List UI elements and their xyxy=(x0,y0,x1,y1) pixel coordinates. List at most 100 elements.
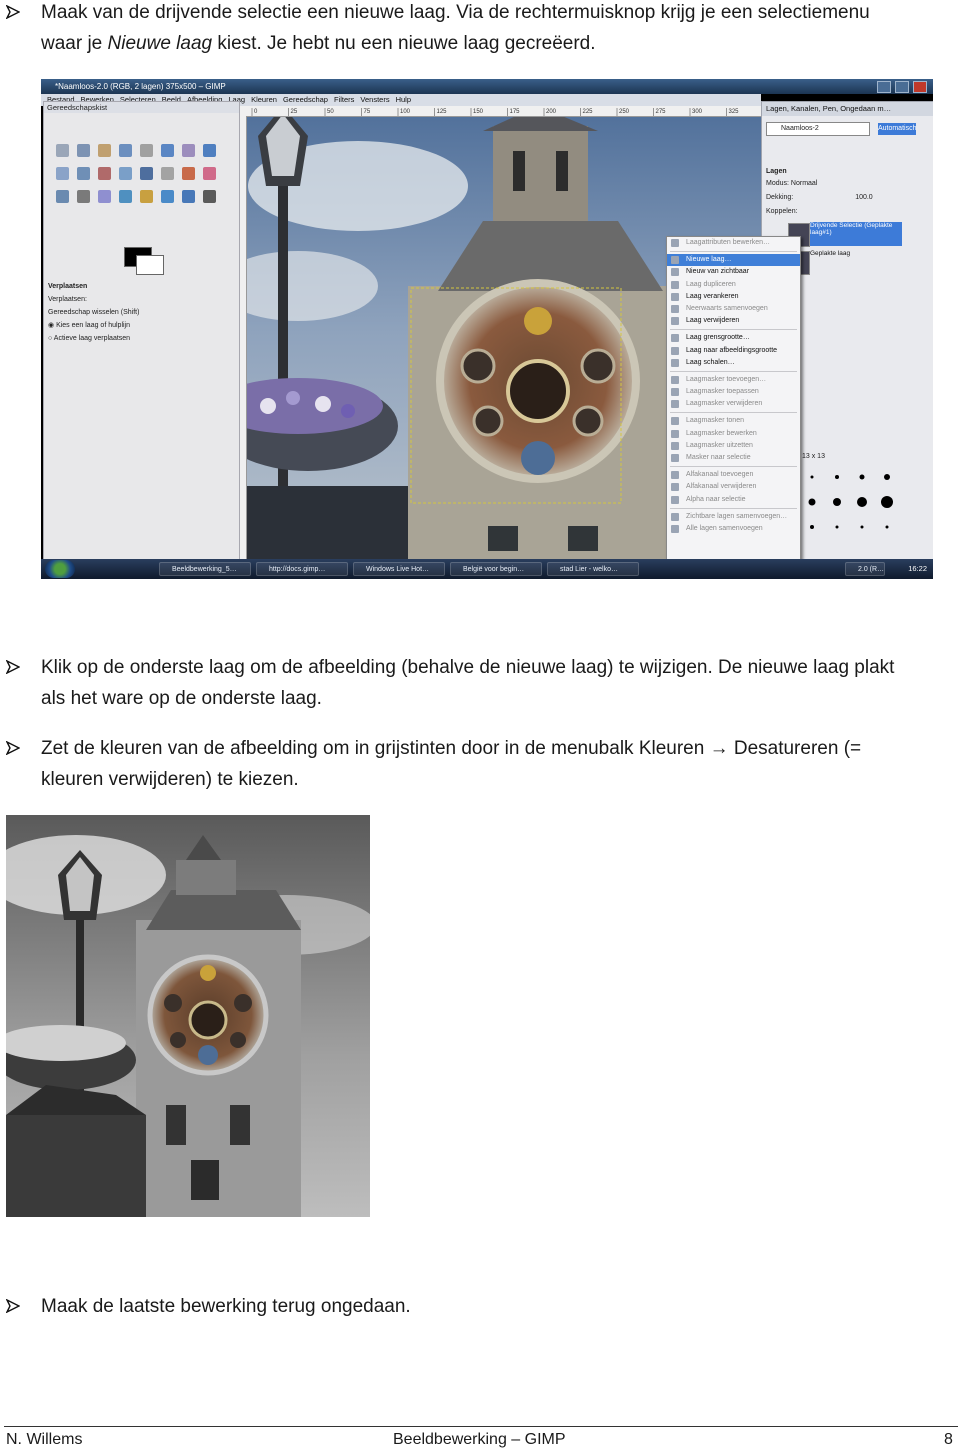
radio-option-active[interactable]: ○ Actieve laag verplaatsen xyxy=(48,332,234,345)
taskbar-item[interactable]: Beeldbewerking_5… xyxy=(159,562,251,576)
background-color-swatch[interactable] xyxy=(136,255,164,275)
menu-item-icon xyxy=(671,495,679,504)
tool-icon[interactable] xyxy=(140,190,153,203)
menu-item[interactable]: Gereedschap xyxy=(283,94,328,106)
menu-item[interactable]: Filters xyxy=(334,94,354,106)
instruction-line: kleuren verwijderen) te kiezen. xyxy=(41,769,299,790)
tool-icon[interactable] xyxy=(161,190,174,203)
menu-item-icon xyxy=(671,280,679,289)
context-menu-item[interactable]: Alfakanaal toevoegen xyxy=(667,469,800,481)
context-menu-item[interactable]: Alpha naar selectie xyxy=(667,494,800,506)
minimize-icon[interactable] xyxy=(877,81,891,93)
context-menu-item[interactable]: Laagmasker verwijderen xyxy=(667,398,800,410)
tool-icon[interactable] xyxy=(98,190,111,203)
tool-icon[interactable] xyxy=(119,190,132,203)
context-menu-item[interactable]: Nieuwe laag… xyxy=(667,254,800,267)
tool-icon[interactable] xyxy=(56,167,69,180)
menu-item-icon xyxy=(671,317,679,326)
context-menu-item[interactable]: Laagmasker uitzetten xyxy=(667,440,800,452)
taskbar-item[interactable]: 2.0 (R… xyxy=(845,562,885,576)
tool-icon[interactable] xyxy=(98,167,111,180)
window-titlebar: *Naamloos-2.0 (RGB, 2 lagen) 375x500 – G… xyxy=(41,79,933,94)
tool-icon[interactable] xyxy=(182,167,195,180)
taskbar-item[interactable]: stad Lier - welko… xyxy=(547,562,639,576)
context-menu-item[interactable]: Laagmasker toepassen xyxy=(667,386,800,398)
tool-icon[interactable] xyxy=(203,167,216,180)
tool-icon[interactable] xyxy=(77,190,90,203)
tool-icon[interactable] xyxy=(56,190,69,203)
move-label: Verplaatsen: xyxy=(48,296,87,303)
tool-icon[interactable] xyxy=(56,144,69,157)
menu-separator xyxy=(670,329,797,331)
ruler-label: 150 xyxy=(473,109,484,115)
menu-item-icon xyxy=(671,256,679,265)
tool-icon[interactable] xyxy=(161,167,174,180)
tool-icon[interactable] xyxy=(119,167,132,180)
tool-icon[interactable] xyxy=(182,144,195,157)
close-icon[interactable] xyxy=(913,81,927,93)
context-menu-item[interactable]: Laagmasker bewerken xyxy=(667,428,800,440)
auto-button[interactable]: Automatisch xyxy=(877,123,916,135)
gimp-screenshot: *Naamloos-2.0 (RGB, 2 lagen) 375x500 – G… xyxy=(41,79,933,579)
context-menu-item[interactable]: Neerwaarts samenvoegen xyxy=(667,303,800,315)
context-menu-item[interactable]: Alle lagen samenvoegen xyxy=(667,523,800,535)
menu-item[interactable]: Vensters xyxy=(360,94,389,106)
menu-item[interactable]: Hulp xyxy=(396,94,411,106)
layer-item-floating[interactable]: Drijvende Selectie (Geplakte laag#1) xyxy=(788,222,902,247)
footer-rule xyxy=(4,1426,958,1427)
menu-separator xyxy=(670,466,797,468)
context-menu-item[interactable]: Laag schalen… xyxy=(667,357,800,369)
maximize-icon[interactable] xyxy=(895,81,909,93)
tool-icon[interactable] xyxy=(182,190,195,203)
tool-icon[interactable] xyxy=(119,144,132,157)
tool-icon[interactable] xyxy=(77,167,90,180)
menu-item-icon xyxy=(671,524,679,533)
image-select[interactable]: Naamloos-2 Automatisch xyxy=(766,122,916,136)
context-menu-item[interactable]: Zichtbare lagen samenvoegen… xyxy=(667,511,800,523)
horizontal-ruler: 0 25 50 75 100 125 150 175 200 225 250 275 300 325 xyxy=(238,106,761,117)
context-menu-item[interactable]: Alfakanaal verwijderen xyxy=(667,481,800,493)
tool-icon[interactable] xyxy=(98,144,111,157)
menu-item-icon xyxy=(671,454,679,462)
context-menu-item[interactable]: Laag verwijderen xyxy=(667,315,800,327)
lock-row: Koppelen: xyxy=(766,208,798,215)
menu-item-icon xyxy=(671,400,679,409)
instruction-line: Maak van de drijvende selectie een nieuw… xyxy=(41,2,870,23)
menu-item[interactable]: Kleuren xyxy=(251,94,277,106)
tool-icon[interactable] xyxy=(140,144,153,157)
taskbar-item[interactable]: België voor begin… xyxy=(450,562,542,576)
tool-icon[interactable] xyxy=(161,144,174,157)
menu-separator xyxy=(670,251,797,253)
tool-options: Verplaatsen Verplaatsen: Gereedschap wis… xyxy=(48,280,234,345)
menu-separator xyxy=(670,412,797,414)
context-menu-item[interactable]: Laagmasker toevoegen… xyxy=(667,374,800,386)
radio-option-layer[interactable]: ◉ Kies een laag of hulplijn xyxy=(48,319,234,332)
context-menu-item[interactable]: Laag naar afbeeldingsgrootte xyxy=(667,345,800,357)
menu-item-icon xyxy=(671,346,679,355)
tool-icon[interactable] xyxy=(140,167,153,180)
context-menu-item[interactable]: Masker naar selectie xyxy=(667,452,800,464)
context-menu-item[interactable]: Nieuw van zichtbaar xyxy=(667,266,800,278)
ruler-label: 275 xyxy=(656,109,667,115)
menu-item-icon xyxy=(671,483,679,492)
tool-icon[interactable] xyxy=(77,144,90,157)
context-menu-item[interactable]: Laag grensgrootte… xyxy=(667,332,800,344)
tool-icon[interactable] xyxy=(203,190,216,203)
context-menu-item[interactable]: Laag verankeren xyxy=(667,291,800,303)
menu-item-icon xyxy=(671,388,679,397)
context-menu-item[interactable]: Laagattributen bewerken… xyxy=(667,237,800,249)
context-menu-item[interactable]: Laag dupliceren xyxy=(667,279,800,291)
context-menu-item[interactable]: Laagmasker tonen xyxy=(667,415,800,427)
opacity-row[interactable]: Dekking: 100.0 xyxy=(766,194,873,201)
taskbar-item[interactable]: Windows Live Hot… xyxy=(353,562,445,576)
mode-row[interactable]: Modus: Normaal xyxy=(766,180,817,187)
taskbar-item[interactable]: http://docs.gimp… xyxy=(256,562,348,576)
instruction-line: Zet de kleuren van de afbeelding om in g… xyxy=(41,738,862,759)
layer-item-pasted[interactable]: Geplakte laag xyxy=(788,250,902,275)
menu-item-icon xyxy=(671,304,679,313)
tool-icon[interactable] xyxy=(203,144,216,157)
ruler-label: 100 xyxy=(400,109,411,115)
layers-dock-title: Lagen, Kanalen, Pen, Ongedaan m… xyxy=(762,102,933,116)
instruction-line: waar je Nieuwe laag kiest. Je hebt nu ee… xyxy=(41,33,596,54)
start-button[interactable] xyxy=(45,560,75,578)
